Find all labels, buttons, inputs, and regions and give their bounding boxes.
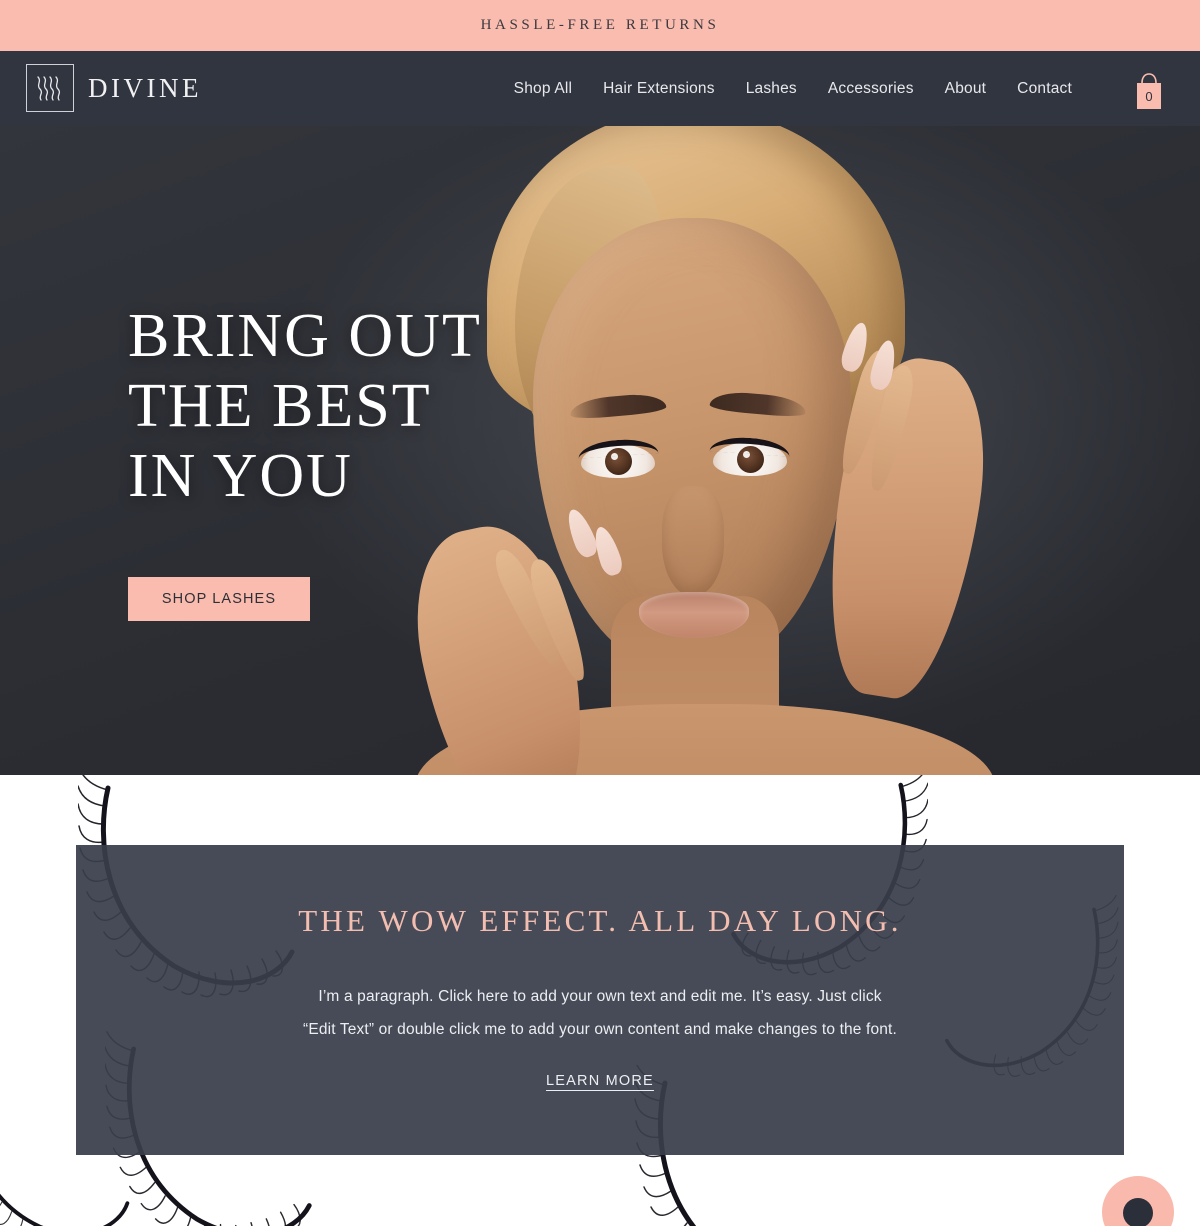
wavy-lines-square-icon: [26, 64, 74, 112]
site-header: DIVINE Shop All Hair Extensions Lashes A…: [0, 51, 1200, 126]
learn-more-link[interactable]: LEARN MORE: [546, 1073, 654, 1089]
brand-logo[interactable]: DIVINE: [26, 64, 202, 112]
nav-item-about[interactable]: About: [945, 80, 987, 98]
nav-item-contact[interactable]: Contact: [1017, 80, 1072, 98]
chat-widget-button[interactable]: [1102, 1176, 1174, 1226]
shop-lashes-button[interactable]: SHOP LASHES: [128, 577, 310, 621]
page-root: HASSLE-FREE RETURNS DIVINE Shop All Hair…: [0, 0, 1200, 1226]
hero-title: BRING OUT THE BEST IN YOU: [128, 301, 482, 511]
nav-item-accessories[interactable]: Accessories: [828, 80, 914, 98]
wow-paragraph: I’m a paragraph. Click here to add your …: [250, 980, 950, 1046]
wow-paragraph-line-1: I’m a paragraph. Click here to add your …: [318, 988, 882, 1005]
announcement-bar: HASSLE-FREE RETURNS: [0, 0, 1200, 51]
hero-title-line-1: BRING OUT: [128, 302, 482, 370]
wow-content-panel: THE WOW EFFECT. ALL DAY LONG. I’m a para…: [76, 845, 1124, 1155]
main-navigation: Shop All Hair Extensions Lashes Accessor…: [514, 51, 1072, 126]
hero-copy: BRING OUT THE BEST IN YOU SHOP LASHES: [128, 301, 482, 621]
cart-button[interactable]: 0: [1130, 69, 1168, 113]
brand-name: DIVINE: [88, 72, 202, 103]
hero-section: BRING OUT THE BEST IN YOU SHOP LASHES: [0, 126, 1200, 775]
nav-item-lashes[interactable]: Lashes: [746, 80, 797, 98]
nav-item-shop-all[interactable]: Shop All: [514, 80, 572, 98]
chat-bubble-icon: [1123, 1198, 1153, 1226]
wow-title: THE WOW EFFECT. ALL DAY LONG.: [298, 903, 902, 938]
announcement-text: HASSLE-FREE RETURNS: [480, 17, 720, 33]
wow-paragraph-line-2: “Edit Text” or double click me to add yo…: [303, 1021, 897, 1038]
hero-title-line-3: IN YOU: [128, 442, 353, 510]
hero-title-line-2: THE BEST: [128, 372, 432, 440]
nav-item-hair-extensions[interactable]: Hair Extensions: [603, 80, 715, 98]
cart-count: 0: [1145, 89, 1153, 104]
